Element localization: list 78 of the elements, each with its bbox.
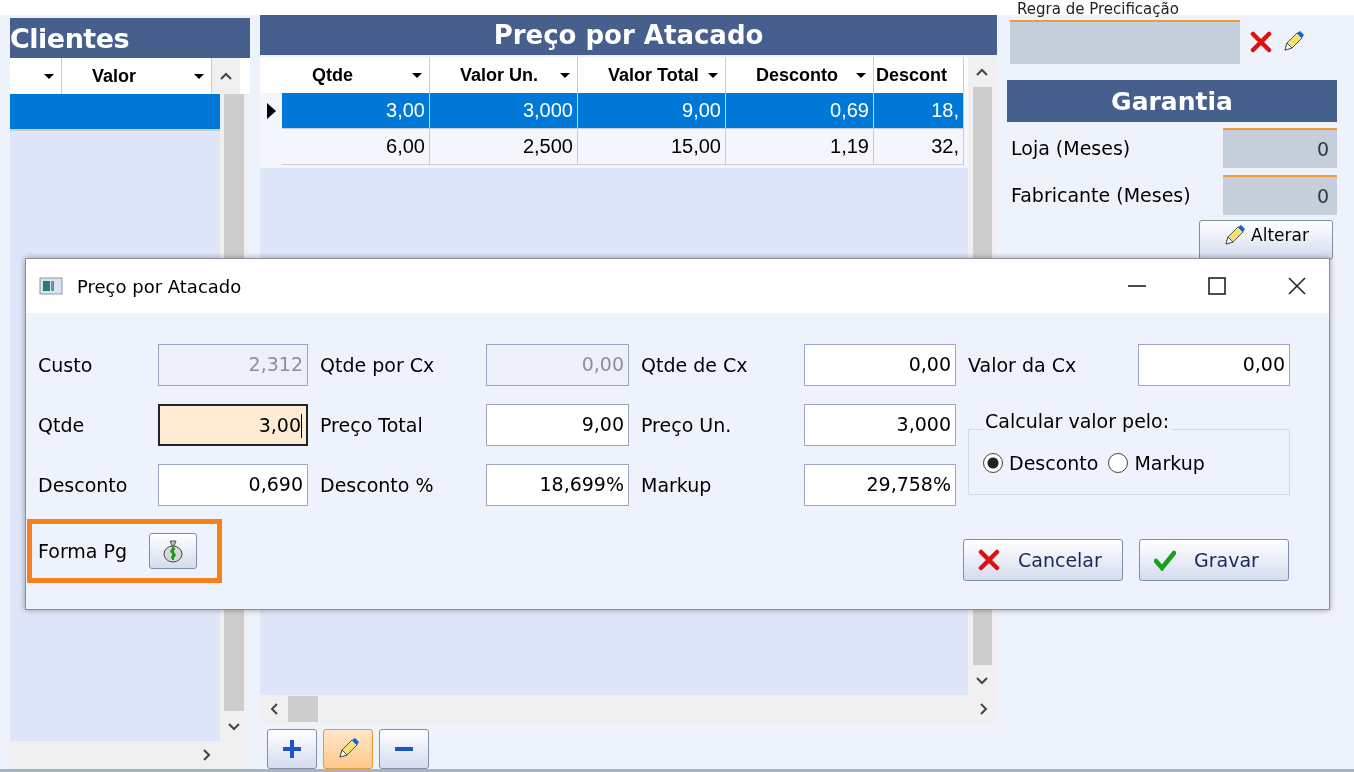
table-row[interactable] — [10, 94, 220, 131]
input-field[interactable]: 0,690 — [158, 464, 308, 506]
radio-button[interactable] — [983, 453, 1003, 473]
add-button[interactable] — [267, 729, 317, 769]
input-field[interactable]: 3,00 — [158, 404, 308, 446]
input-field[interactable]: 0 — [1223, 127, 1337, 168]
edit-button[interactable] — [323, 729, 373, 769]
minimize-icon — [1128, 285, 1146, 287]
table-cell: 3,000 — [430, 93, 578, 128]
table-row[interactable]: 3,00 3,000 9,00 0,69 18, — [282, 93, 964, 129]
remove-button[interactable] — [379, 729, 429, 769]
dialog-title: Preço por Atacado — [77, 275, 242, 297]
close-icon — [978, 549, 1000, 571]
pencil-icon — [1282, 31, 1304, 53]
clear-button[interactable] — [1250, 31, 1272, 53]
pricing-rule-field[interactable] — [1010, 20, 1240, 64]
plus-icon — [281, 738, 303, 760]
pencil-icon — [337, 738, 359, 760]
table-cell: 3,00 — [282, 93, 430, 128]
field-label: Regra de Precificação — [1016, 0, 1180, 18]
scroll-up-button[interactable] — [212, 58, 240, 94]
dropdown-arrow-icon — [411, 71, 423, 79]
table-cell: 1,19 — [726, 129, 874, 164]
field-label: Valor da Cx — [968, 354, 1078, 376]
table-cell: 0,69 — [726, 93, 874, 128]
input-field[interactable]: 0,00 — [804, 344, 956, 386]
field-label: Loja (Meses) — [1010, 136, 1131, 159]
table-cell: 6,00 — [282, 129, 430, 164]
field-label: Forma Pg — [38, 540, 128, 562]
money-bag-icon — [162, 539, 185, 563]
field-label: Qtde de Cx — [641, 354, 749, 376]
input-field[interactable]: 29,758% — [804, 464, 956, 506]
table-cell: 15,00 — [578, 129, 726, 164]
input-field[interactable]: 0 — [1223, 174, 1337, 215]
radio-option[interactable]: Desconto — [983, 452, 1099, 474]
table-cell: 9,00 — [578, 93, 726, 128]
radio-button[interactable] — [1108, 453, 1129, 473]
table-row[interactable]: 6,00 2,500 15,00 1,19 32, — [282, 129, 964, 165]
close-icon — [1288, 277, 1306, 295]
save-button[interactable]: Gravar — [1139, 539, 1289, 581]
maximize-icon — [1208, 277, 1226, 295]
input-field[interactable]: 9,00 — [486, 404, 629, 446]
field-label: Desconto % — [320, 474, 435, 496]
dropdown-arrow-icon — [193, 72, 205, 80]
dropdown-arrow-icon — [707, 71, 719, 79]
cancel-button[interactable]: Cancelar — [963, 539, 1123, 581]
input-field[interactable]: 18,699% — [486, 464, 629, 506]
field-label: Preço Total — [320, 414, 424, 436]
pencil-icon — [1223, 225, 1246, 247]
panel-header: Garantia — [1007, 80, 1337, 122]
table-cell: 32, — [874, 129, 964, 164]
input-field[interactable]: 3,000 — [804, 404, 956, 446]
dropdown-arrow-icon — [559, 71, 571, 79]
field-label: Desconto — [38, 474, 129, 496]
dropdown-arrow-icon — [43, 72, 55, 80]
edit-button[interactable] — [1282, 31, 1304, 53]
group-title: Calcular valor pelo: — [983, 410, 1172, 432]
window-icon — [39, 276, 63, 296]
alter-button[interactable]: Alterar — [1199, 220, 1333, 260]
scrollbar-thumb[interactable] — [288, 696, 318, 722]
table-cell: 18, — [874, 93, 964, 128]
field-label: Qtde por Cx — [320, 354, 436, 376]
field-label: Preço Un. — [641, 414, 733, 436]
payment-button[interactable] — [149, 533, 198, 569]
field-label: Markup — [641, 474, 713, 496]
radio-option[interactable]: Markup — [1108, 452, 1205, 474]
close-icon — [1250, 31, 1272, 53]
table-cell: 2,500 — [430, 129, 578, 164]
field-label: Fabricante (Meses) — [1010, 183, 1191, 206]
dropdown-arrow-icon — [855, 71, 867, 79]
minus-icon — [395, 747, 413, 751]
field-label: Qtde — [38, 414, 86, 436]
row-pointer-icon — [266, 103, 276, 119]
check-icon — [1154, 549, 1176, 571]
panel-header: Clientes — [10, 18, 250, 58]
panel-header: Preço por Atacado — [260, 15, 997, 55]
field-label: Custo — [38, 354, 94, 376]
input-field[interactable]: 0,00 — [1138, 344, 1290, 386]
